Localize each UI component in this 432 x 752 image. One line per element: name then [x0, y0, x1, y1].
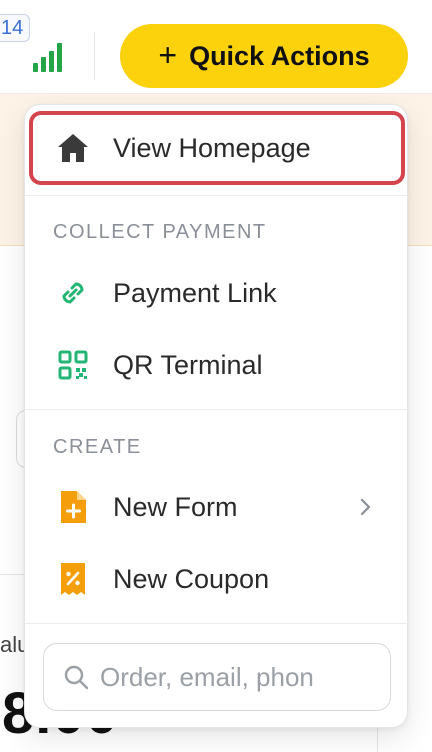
count-badge[interactable]: 14 — [0, 14, 31, 42]
search-box[interactable] — [43, 643, 391, 711]
menu-item-qr-terminal[interactable]: QR Terminal — [25, 333, 409, 397]
menu-item-label: New Form — [113, 491, 238, 522]
qr-code-icon — [53, 345, 93, 385]
signal-bars-icon — [33, 42, 63, 72]
search-icon — [64, 665, 89, 690]
coupon-icon — [53, 559, 93, 599]
quick-actions-label: Quick Actions — [189, 40, 370, 71]
menu-item-label: Payment Link — [113, 277, 277, 308]
menu-item-payment-link[interactable]: Payment Link — [25, 261, 409, 325]
menu-separator — [25, 623, 409, 624]
plus-icon: + — [158, 36, 178, 73]
home-icon — [53, 128, 93, 168]
menu-item-new-coupon[interactable]: New Coupon — [25, 547, 409, 611]
header-divider — [94, 32, 95, 80]
menu-separator — [25, 409, 409, 410]
quick-actions-menu: View Homepage COLLECT PAYMENT Payment Li… — [24, 104, 409, 728]
link-icon — [53, 273, 93, 313]
menu-item-label: QR Terminal — [113, 349, 263, 380]
menu-item-new-form[interactable]: New Form — [25, 475, 409, 539]
section-title-create: CREATE — [53, 436, 142, 458]
section-title-collect-payment: COLLECT PAYMENT — [53, 221, 267, 243]
quick-actions-button[interactable]: + Quick Actions — [120, 24, 408, 88]
chevron-right-icon — [360, 498, 371, 516]
page: alu 8.00 14 + Quick Actions View Homepag… — [0, 0, 432, 752]
top-header: 14 + Quick Actions — [0, 0, 432, 94]
menu-item-label: New Coupon — [113, 563, 270, 594]
form-icon — [53, 487, 93, 527]
menu-item-label: View Homepage — [113, 132, 311, 163]
menu-separator — [25, 195, 409, 196]
search-input[interactable] — [100, 661, 370, 693]
menu-item-view-homepage[interactable]: View Homepage — [29, 111, 405, 185]
